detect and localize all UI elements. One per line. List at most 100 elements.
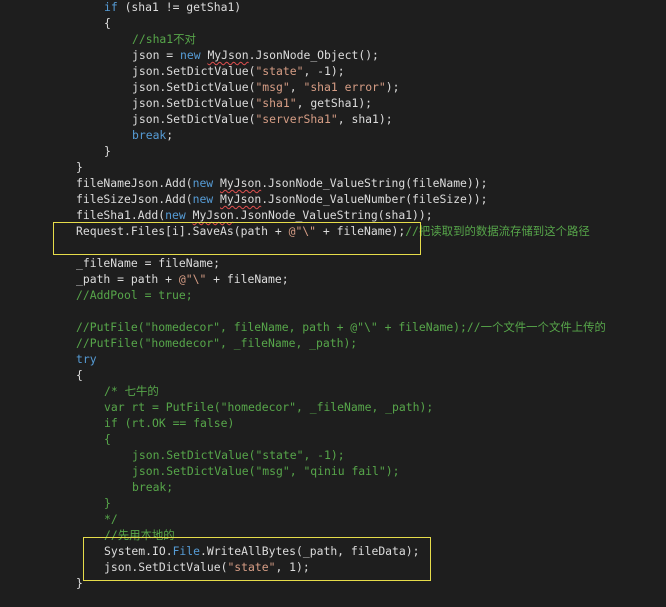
code-token: new xyxy=(165,208,186,222)
code-line: var rt = PutFile("homedecor", _fileName,… xyxy=(104,399,433,415)
code-line: fileSha1.Add(new MyJson.JsonNode_ValueSt… xyxy=(76,207,433,223)
code-line: } xyxy=(76,159,83,175)
code-token: */ xyxy=(104,512,118,526)
code-token: json.SetDictValue("state", -1); xyxy=(132,448,345,462)
code-token: /* 七牛的 xyxy=(104,384,159,398)
code-line: Request.Files[i].SaveAs(path + @"\" + fi… xyxy=(76,223,590,239)
code-token: @"\" xyxy=(288,224,317,238)
code-line: json.SetDictValue("state", -1); xyxy=(132,63,345,79)
code-line: { xyxy=(104,431,111,447)
code-token: .JsonNode_Object(); xyxy=(248,48,379,62)
code-token: fileNameJson.Add( xyxy=(76,176,193,190)
code-line xyxy=(104,591,159,607)
code-line: try xyxy=(76,351,97,367)
code-token: , -1); xyxy=(303,64,345,78)
code-token: } xyxy=(104,144,111,158)
code-line: json.SetDictValue("state", 1); xyxy=(104,559,310,575)
code-line: json.SetDictValue("msg", "sha1 error"); xyxy=(132,79,399,95)
code-token: new xyxy=(192,192,214,206)
code-token: { xyxy=(104,16,111,30)
code-token: MyJson xyxy=(220,192,262,206)
code-line: } xyxy=(76,575,83,591)
code-token: System.IO. xyxy=(104,544,173,558)
code-token: //先用本地的 xyxy=(104,528,175,542)
code-line: //先用本地的 xyxy=(104,527,175,543)
code-token: json = xyxy=(132,48,181,62)
code-editor[interactable]: if (sha1 != getSha1){//sha1不对 json = new … xyxy=(0,0,666,595)
code-token: { xyxy=(76,368,83,382)
code-line: json.SetDictValue("msg", "qiniu fail"); xyxy=(132,463,399,479)
code-token: + fileName; xyxy=(206,272,289,286)
code-token: , xyxy=(289,80,304,94)
code-token: json.SetDictValue( xyxy=(104,560,228,574)
code-line: */ xyxy=(104,511,118,527)
code-token: , sha1); xyxy=(337,112,393,126)
code-line: json = new MyJson.JsonNode_Object(); xyxy=(132,47,379,63)
code-token: @"\" xyxy=(178,272,207,286)
code-line: System.IO.File.WriteAllBytes(_path, file… xyxy=(104,543,419,559)
code-line: if (rt.OK == false) xyxy=(104,415,234,431)
code-token: json.SetDictValue( xyxy=(132,96,256,110)
code-token: try xyxy=(76,352,97,366)
code-token: json.SetDictValue( xyxy=(132,112,256,126)
code-line: } xyxy=(104,143,111,159)
code-token: "sha1 error" xyxy=(303,80,386,94)
code-line: if (sha1 != getSha1) xyxy=(104,0,241,15)
code-token: MyJson xyxy=(220,176,262,190)
code-token: json.SetDictValue( xyxy=(132,80,256,94)
code-line: break; xyxy=(132,479,173,495)
code-line: //PutFile("homedecor", _fileName, _path)… xyxy=(76,335,357,351)
code-line: json.SetDictValue("sha1", getSha1); xyxy=(132,95,372,111)
code-line: _path = path + @"\" + fileName; xyxy=(76,271,289,287)
code-token: //AddPool = true; xyxy=(76,288,193,302)
code-token: MyJson xyxy=(207,48,249,62)
code-token: json.SetDictValue("msg", "qiniu fail"); xyxy=(132,464,400,478)
code-line: { xyxy=(104,15,111,31)
code-token: //把读取到的数据流存储到这个路径 xyxy=(405,224,590,238)
code-line: break; xyxy=(132,127,173,143)
code-token: _fileName = fileName; xyxy=(76,256,221,270)
code-token: fileSha1.Add( xyxy=(76,208,166,222)
code-token: .JsonNode_ValueNumber(fileSize)); xyxy=(261,192,488,206)
code-token: _path = path + xyxy=(76,272,179,286)
code-token: , 1); xyxy=(275,560,310,574)
code-line: //sha1不对 xyxy=(132,31,196,47)
code-token: "state" xyxy=(255,64,304,78)
code-line: //AddPool = true; xyxy=(76,287,193,303)
code-token: if xyxy=(104,0,118,14)
code-token: } xyxy=(76,160,83,174)
code-token: ; xyxy=(166,128,174,142)
code-line: json.SetDictValue("state", -1); xyxy=(132,447,345,463)
code-token: new xyxy=(192,176,214,190)
code-token: fileSizeJson.Add( xyxy=(76,192,193,206)
code-token: //PutFile("homedecor", fileName, path + … xyxy=(76,320,606,334)
code-token: + fileName); xyxy=(316,224,406,238)
code-token: MyJson xyxy=(192,208,234,222)
code-line: json.SetDictValue("serverSha1", sha1); xyxy=(132,111,393,127)
code-token: "serverSha1" xyxy=(255,112,338,126)
code-token: //sha1不对 xyxy=(132,32,196,46)
code-line: { xyxy=(76,367,83,383)
code-token: ); xyxy=(385,80,400,94)
code-token: var rt = PutFile("homedecor", _fileName,… xyxy=(104,400,434,414)
code-line: fileSizeJson.Add(new MyJson.JsonNode_Val… xyxy=(76,191,488,207)
code-token: File xyxy=(172,544,201,558)
code-token: .JsonNode_ValueString(sha1)); xyxy=(233,208,433,222)
code-token: //PutFile("homedecor", _fileName, _path)… xyxy=(76,336,358,350)
code-token: "sha1" xyxy=(255,96,297,110)
code-line: //PutFile("homedecor", fileName, path + … xyxy=(76,319,606,335)
code-token: "msg" xyxy=(255,80,290,94)
code-token: break xyxy=(132,128,167,142)
code-line: _fileName = fileName; xyxy=(76,255,220,271)
code-token: { xyxy=(104,432,111,446)
code-line: /* 七牛的 xyxy=(104,383,159,399)
code-line: } xyxy=(104,495,111,511)
code-token: json.SetDictValue( xyxy=(132,64,256,78)
code-token: } xyxy=(104,496,111,510)
code-line: fileNameJson.Add(new MyJson.JsonNode_Val… xyxy=(76,175,488,191)
code-token: (sha1 != getSha1) xyxy=(117,0,242,14)
